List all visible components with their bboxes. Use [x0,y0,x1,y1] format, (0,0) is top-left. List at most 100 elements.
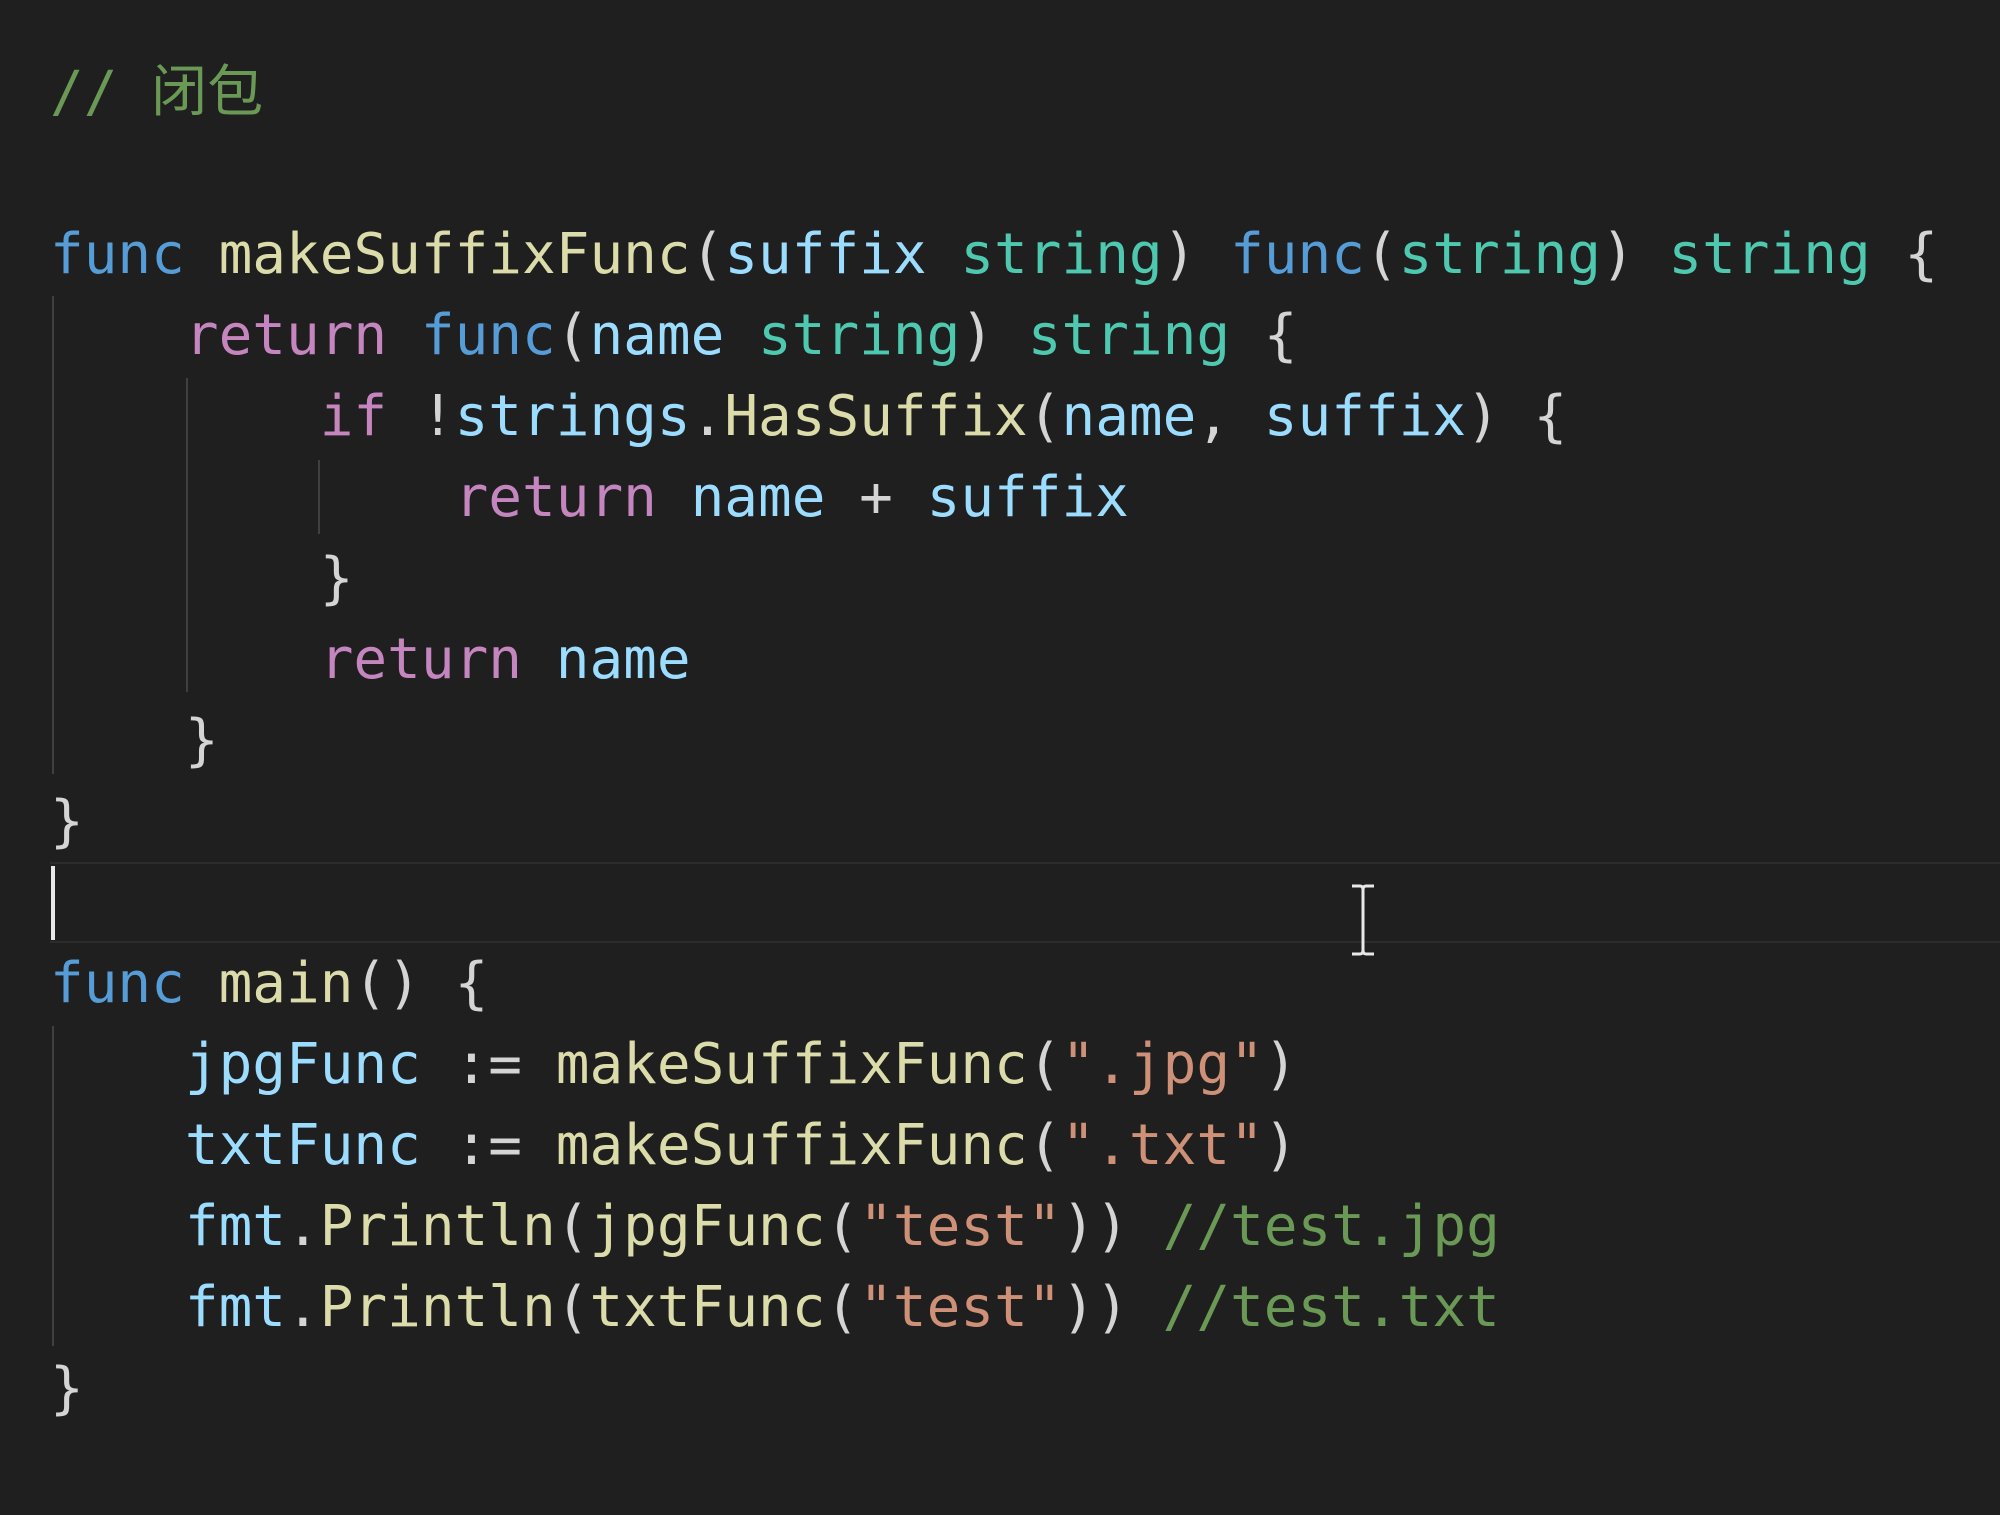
code-token: string [1398,222,1601,287]
code-token: func [420,303,556,368]
code-token: string [1668,222,1871,287]
code-token: func [50,222,185,287]
code-line[interactable]: return func(name string) string { [50,295,1990,376]
code-token: )) [1061,1194,1163,1259]
code-content[interactable]: // 闭包​func makeSuffixFunc(suffix string)… [50,52,1990,1429]
code-token: ( [555,1275,590,1340]
code-token: txtFunc [589,1275,826,1340]
code-token: ) { [1466,384,1568,449]
code-token: . [690,384,725,449]
code-editor[interactable]: // 闭包​func makeSuffixFunc(suffix string)… [0,0,2000,1515]
code-line[interactable]: fmt.Println(jpgFunc("test")) //test.jpg [50,1186,1990,1267]
code-token: ) [1162,222,1231,287]
code-token: //test.txt [1162,1275,1500,1340]
code-line[interactable]: } [50,700,1990,781]
code-token: () { [353,951,489,1016]
code-token: ) [960,303,1028,368]
code-token: return [454,465,657,530]
code-token: //test.jpg [1162,1194,1500,1259]
code-token: name [555,627,691,692]
code-token: return [319,627,523,692]
code-token: } [50,789,84,854]
code-line[interactable]: return name [50,619,1990,700]
code-token: := [420,1032,556,1097]
code-token: ( [1027,1113,1062,1178]
code-token: "test" [859,1275,1062,1340]
code-token: ) [1263,1113,1298,1178]
code-token: . [286,1194,320,1259]
code-token: ! [387,384,455,449]
code-token: name [589,303,725,368]
code-token: return [184,303,388,368]
code-token: // 闭包 [50,60,264,125]
code-token: + [825,465,927,530]
code-line[interactable]: ​ [50,133,1990,214]
code-line[interactable]: // 闭包 [50,52,1990,133]
code-token: ( [555,1194,590,1259]
code-token: , [1196,384,1264,449]
code-token: string [758,303,961,368]
code-token: )) [1061,1275,1163,1340]
code-line[interactable]: } [50,781,1990,862]
code-token: } [50,708,219,773]
code-line[interactable]: return name + suffix [50,457,1990,538]
code-token: Println [319,1275,556,1340]
code-line[interactable]: } [50,538,1990,619]
code-line[interactable]: if !strings.HasSuffix(name, suffix) { [50,376,1990,457]
code-token: ( [825,1194,860,1259]
code-token: makeSuffixFunc [555,1032,1028,1097]
code-token: { [1870,222,1939,287]
code-token: . [286,1275,320,1340]
code-token: strings [454,384,691,449]
code-line[interactable]: jpgFunc := makeSuffixFunc(".jpg") [50,1024,1990,1105]
code-token: } [50,546,354,611]
code-line[interactable]: func makeSuffixFunc(suffix string) func(… [50,214,1990,295]
code-token: } [50,1356,84,1421]
code-line[interactable]: } [50,1348,1990,1429]
ibeam-cursor-icon [1352,884,1374,956]
code-token: ( [825,1275,860,1340]
code-line[interactable]: txtFunc := makeSuffixFunc(".txt") [50,1105,1990,1186]
code-token: Println [319,1194,556,1259]
code-token: ".jpg" [1061,1032,1264,1097]
code-token: name [1061,384,1197,449]
code-token: func [1230,222,1365,287]
code-token: ".txt" [1061,1113,1264,1178]
code-token: if [319,384,388,449]
code-token: jpgFunc [184,1032,421,1097]
code-line[interactable]: ​ [50,862,1990,943]
code-line[interactable]: func main() { [50,943,1990,1024]
code-token: ( [555,303,590,368]
code-token: fmt [184,1275,287,1340]
code-token: ( [1027,384,1062,449]
code-token: ( [1364,222,1399,287]
code-token: func [50,951,185,1016]
code-token: ) [1600,222,1669,287]
code-token: suffix [724,222,927,287]
code-token: suffix [1263,384,1467,449]
text-caret [51,866,55,940]
code-token: txtFunc [184,1113,421,1178]
code-token: ) [1263,1032,1298,1097]
code-token: suffix [926,465,1129,530]
code-token: { [1230,303,1298,368]
code-token: HasSuffix [724,384,1028,449]
code-token: ( [1027,1032,1062,1097]
code-line[interactable]: fmt.Println(txtFunc("test")) //test.txt [50,1267,1990,1348]
code-token: makeSuffixFunc [218,222,691,287]
code-token: := [420,1113,556,1178]
